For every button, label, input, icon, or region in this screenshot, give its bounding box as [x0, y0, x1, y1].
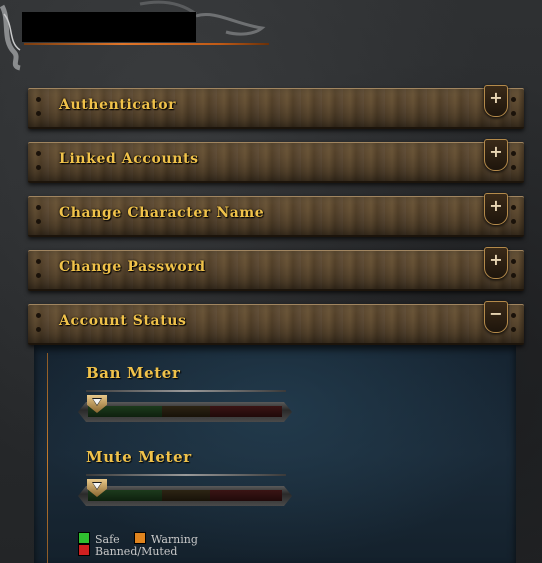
- legend-banned-label: Banned/Muted: [95, 545, 178, 558]
- mute-meter: [78, 486, 292, 506]
- accordion-item-label: Account Status: [59, 313, 187, 329]
- mute-meter-warning-zone: [162, 490, 211, 501]
- legend-banned-swatch: [78, 544, 90, 556]
- accordion-item-label: Change Password: [59, 259, 206, 275]
- accordion-item-linked-accounts[interactable]: Linked Accounts +: [28, 139, 524, 183]
- mute-meter-rule: [86, 474, 286, 476]
- plus-icon[interactable]: +: [484, 85, 508, 117]
- plus-icon[interactable]: +: [484, 193, 508, 225]
- account-status-panel: Ban Meter Mute Meter Safe Warning Banned…: [34, 345, 516, 563]
- ban-meter: [78, 402, 292, 422]
- legend-warning-swatch: [134, 532, 146, 544]
- header-ornament: [0, 0, 280, 72]
- minus-icon[interactable]: −: [484, 301, 508, 333]
- accordion-item-label: Authenticator: [59, 97, 177, 113]
- accordion-item-change-password[interactable]: Change Password +: [28, 247, 524, 291]
- mute-meter-banned-zone: [210, 490, 282, 501]
- plus-icon[interactable]: +: [484, 247, 508, 279]
- ban-meter-track: [88, 406, 282, 417]
- mute-meter-track: [88, 490, 282, 501]
- legend-safe-swatch: [78, 532, 90, 544]
- accordion-item-account-status[interactable]: Account Status −: [28, 301, 524, 345]
- ban-meter-warning-zone: [162, 406, 211, 417]
- mute-meter-title: Mute Meter: [86, 448, 192, 466]
- header-title-bar: [22, 12, 196, 42]
- ban-meter-rule: [86, 390, 286, 392]
- ban-meter-banned-zone: [210, 406, 282, 417]
- accordion-item-authenticator[interactable]: Authenticator +: [28, 85, 524, 129]
- accordion-item-change-character-name[interactable]: Change Character Name +: [28, 193, 524, 237]
- content-divider: [47, 353, 48, 563]
- plus-icon[interactable]: +: [484, 139, 508, 171]
- accordion-item-label: Linked Accounts: [59, 151, 199, 167]
- header-divider: [24, 43, 269, 45]
- ban-meter-title: Ban Meter: [86, 364, 181, 382]
- legend-banned: Banned/Muted: [78, 544, 177, 558]
- accordion-item-label: Change Character Name: [59, 205, 265, 221]
